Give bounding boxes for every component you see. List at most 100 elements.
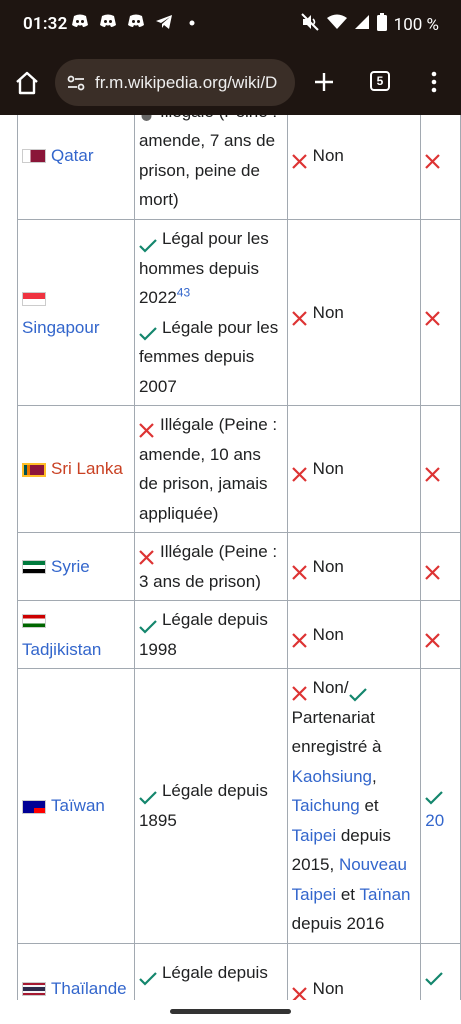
address-bar[interactable]: fr.m.wikipedia.org/wiki/D: [55, 59, 295, 106]
country-cell: Qatar: [17, 115, 135, 220]
year-link[interactable]: 20: [425, 811, 444, 830]
wifi-icon: [326, 14, 347, 35]
union-text: Non: [312, 459, 344, 479]
country-cell: Sri Lanka: [17, 405, 135, 533]
check-icon: [139, 785, 157, 805]
country-cell: Syrie: [17, 532, 135, 601]
check-icon: [139, 966, 157, 986]
sri-lanka-flag-icon: [22, 462, 46, 477]
more-menu-icon[interactable]: [424, 70, 444, 94]
country-link[interactable]: Taïwan: [51, 796, 105, 815]
cross-icon: [139, 418, 154, 438]
cross-icon: [425, 628, 441, 648]
battery-icon: [376, 13, 387, 36]
union-cell: Non: [286, 942, 422, 1000]
union-cell: Non: [286, 219, 422, 406]
check-icon: [348, 682, 367, 702]
table-row: Taïwan Légale depuis 1895 Non/ Partenari…: [17, 668, 461, 944]
extra-cell: [420, 405, 461, 533]
union-text: Non: [312, 302, 344, 322]
country-cell: Tadjikistan: [17, 600, 135, 669]
country-cell: Taïwan: [17, 668, 135, 944]
legality-cell: Légale depuis 1998: [133, 600, 288, 669]
extra-cell: [420, 532, 461, 601]
check-icon: [139, 321, 157, 341]
table-row: Singapour Légal pour les hommes depuis 2…: [17, 219, 461, 406]
site-settings-icon[interactable]: [66, 73, 86, 93]
home-gesture-handle[interactable]: [170, 1009, 291, 1014]
union-cell: Non: [286, 600, 422, 669]
legality-text: Légal pour les hommes depuis 2022: [138, 229, 269, 307]
discord-icon: [99, 14, 117, 32]
country-link[interactable]: Syrie: [51, 557, 90, 576]
union-text: Non: [312, 978, 344, 998]
city-link-taichung[interactable]: Taichung: [292, 796, 360, 815]
check-icon: [139, 614, 157, 634]
legality-cell: Légale depuis: [133, 942, 288, 1000]
cross-icon: [291, 982, 307, 1000]
legality-text: Légale depuis: [161, 962, 268, 982]
legality-cell: Illégale (Peine : amende, 10 ans de pris…: [133, 405, 288, 533]
country-cell: Thaïlande: [17, 942, 135, 1000]
syria-flag-icon: [22, 560, 46, 575]
dot-icon: [183, 14, 201, 32]
legality-cell: Légal pour les hommes depuis 202243 Léga…: [133, 219, 288, 406]
legality-text: Illégale (Peine : amende, 7 ans de priso…: [138, 115, 277, 209]
cross-icon: [291, 306, 307, 326]
thailand-flag-icon: [22, 982, 46, 997]
table-row: Sri Lanka Illégale (Peine : amende, 10 a…: [17, 405, 461, 533]
legality-cell: Illégale (Peine : 3 ans de prison): [133, 532, 288, 601]
skull-icon: [139, 115, 154, 121]
browser-toolbar: fr.m.wikipedia.org/wiki/D 5: [0, 50, 461, 115]
cross-icon: [291, 462, 307, 483]
extra-cell: [420, 219, 461, 406]
tajikistan-flag-icon: [22, 613, 46, 628]
tab-switcher-button[interactable]: 5: [370, 71, 390, 91]
table-row: Syrie Illégale (Peine : 3 ans de prison)…: [17, 532, 461, 601]
cross-icon: [425, 149, 441, 169]
extra-cell: 20: [420, 668, 461, 944]
cross-icon: [425, 560, 441, 580]
legality-text: Illégale (Peine : amende, 10 ans de pris…: [138, 415, 278, 523]
city-link-kaohsiung[interactable]: Kaohsiung: [292, 767, 372, 786]
home-icon[interactable]: [13, 69, 41, 97]
check-icon: [139, 233, 157, 253]
clock: 01:32: [23, 14, 68, 34]
city-link-tainan[interactable]: Taïnan: [359, 885, 410, 904]
country-link[interactable]: Qatar: [51, 146, 94, 165]
country-link[interactable]: Sri Lanka: [51, 459, 123, 478]
legality-text: Légale pour les femmes depuis 2007: [138, 317, 279, 396]
new-tab-icon[interactable]: [311, 69, 337, 95]
partnership-text: Partenariat enregistré à: [291, 707, 382, 757]
battery-level: 100 %: [393, 14, 439, 35]
notification-icons: [71, 14, 201, 32]
singapore-flag-icon: [22, 291, 46, 306]
conjunction-text: et: [340, 884, 356, 904]
qatar-flag-icon: [22, 149, 46, 164]
rights-table: Qatar Illégale (Peine : amende, 7 ans de…: [17, 115, 461, 1000]
cross-icon: [291, 681, 307, 701]
union-text: Non: [312, 145, 344, 165]
taiwan-flag-icon: [22, 799, 46, 814]
status-bar: 01:32 100 %: [0, 0, 461, 50]
cross-icon: [425, 306, 441, 326]
legality-text: Légale depuis 1895: [138, 781, 268, 830]
mute-icon: [300, 13, 320, 36]
union-text: Non: [312, 556, 344, 576]
conjunction-text: et: [364, 796, 379, 815]
union-cell: Non: [286, 405, 422, 533]
country-link[interactable]: Thaïlande: [51, 979, 127, 998]
union-text: Non/: [312, 678, 349, 697]
check-icon: [425, 785, 444, 805]
country-link[interactable]: Tadjikistan: [22, 640, 101, 659]
union-cell: Non: [286, 532, 422, 601]
country-cell: Singapour: [17, 219, 135, 406]
extra-cell: [420, 942, 461, 1000]
discord-icon: [127, 14, 145, 32]
reference-link[interactable]: 43: [177, 285, 190, 299]
city-link-taipei[interactable]: Taipei: [292, 826, 336, 845]
union-text: Non: [312, 624, 344, 644]
cross-icon: [139, 545, 154, 565]
country-link[interactable]: Singapour: [22, 318, 100, 337]
article-content: Qatar Illégale (Peine : amende, 7 ans de…: [0, 115, 461, 1000]
